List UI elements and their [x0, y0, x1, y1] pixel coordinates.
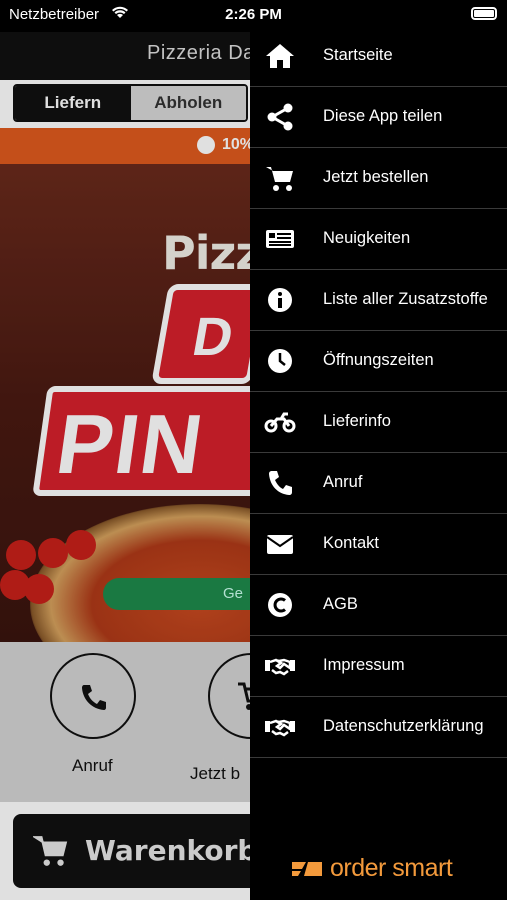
- menu-item-startseite[interactable]: Startseite: [250, 26, 507, 87]
- menu-item-label: Anruf: [323, 473, 363, 491]
- menu-item-label: Lieferinfo: [323, 412, 391, 430]
- handshake-icon: [265, 719, 295, 737]
- clock-time: 2:26 PM: [225, 6, 282, 23]
- menu-item-privacy[interactable]: Datenschutzerklärung: [250, 697, 507, 758]
- info-icon: [268, 288, 292, 312]
- menu-item-additives[interactable]: Liste aller Zusatzstoffe: [250, 270, 507, 331]
- menu-item-label: Datenschutzerklärung: [323, 717, 484, 735]
- menu-item-opening-hours[interactable]: Öffnungszeiten: [250, 331, 507, 392]
- share-icon: [267, 103, 293, 131]
- battery-icon: [471, 7, 497, 20]
- menu-item-news[interactable]: Neuigkeiten: [250, 209, 507, 270]
- brand-mark-icon: [292, 862, 322, 876]
- side-drawer: Startseite Diese App teilen Jetzt bestel…: [250, 26, 507, 900]
- menu-item-label: Neuigkeiten: [323, 229, 411, 247]
- clock-icon: [268, 349, 292, 373]
- menu-item-label: AGB: [323, 595, 358, 613]
- phone-icon: [269, 471, 292, 495]
- brand-name: order smart: [330, 854, 453, 882]
- menu-item-call[interactable]: Anruf: [250, 453, 507, 514]
- menu-item-label: Diese App teilen: [323, 107, 443, 125]
- menu-item-imprint[interactable]: Impressum: [250, 636, 507, 697]
- menu-item-order[interactable]: Jetzt bestellen: [250, 148, 507, 209]
- menu-item-label: Jetzt bestellen: [323, 168, 429, 186]
- envelope-icon: [266, 535, 294, 554]
- motorcycle-icon: [264, 412, 296, 433]
- menu-item-label: Kontakt: [323, 534, 379, 552]
- menu-item-label: Impressum: [323, 656, 405, 674]
- menu-item-contact[interactable]: Kontakt: [250, 514, 507, 575]
- news-icon: [266, 230, 294, 248]
- menu-item-terms[interactable]: AGB: [250, 575, 507, 636]
- drawer-overlay[interactable]: [0, 32, 250, 900]
- menu-item-label: Liste aller Zusatzstoffe: [323, 290, 488, 308]
- menu-item-label: Startseite: [323, 46, 393, 64]
- handshake-icon: [265, 658, 295, 676]
- menu-item-delivery-info[interactable]: Lieferinfo: [250, 392, 507, 453]
- copyright-icon: [268, 593, 292, 617]
- cart-icon: [266, 167, 293, 191]
- home-icon: [266, 44, 294, 68]
- menu-item-label: Öffnungszeiten: [323, 351, 434, 369]
- menu-item-share[interactable]: Diese App teilen: [250, 87, 507, 148]
